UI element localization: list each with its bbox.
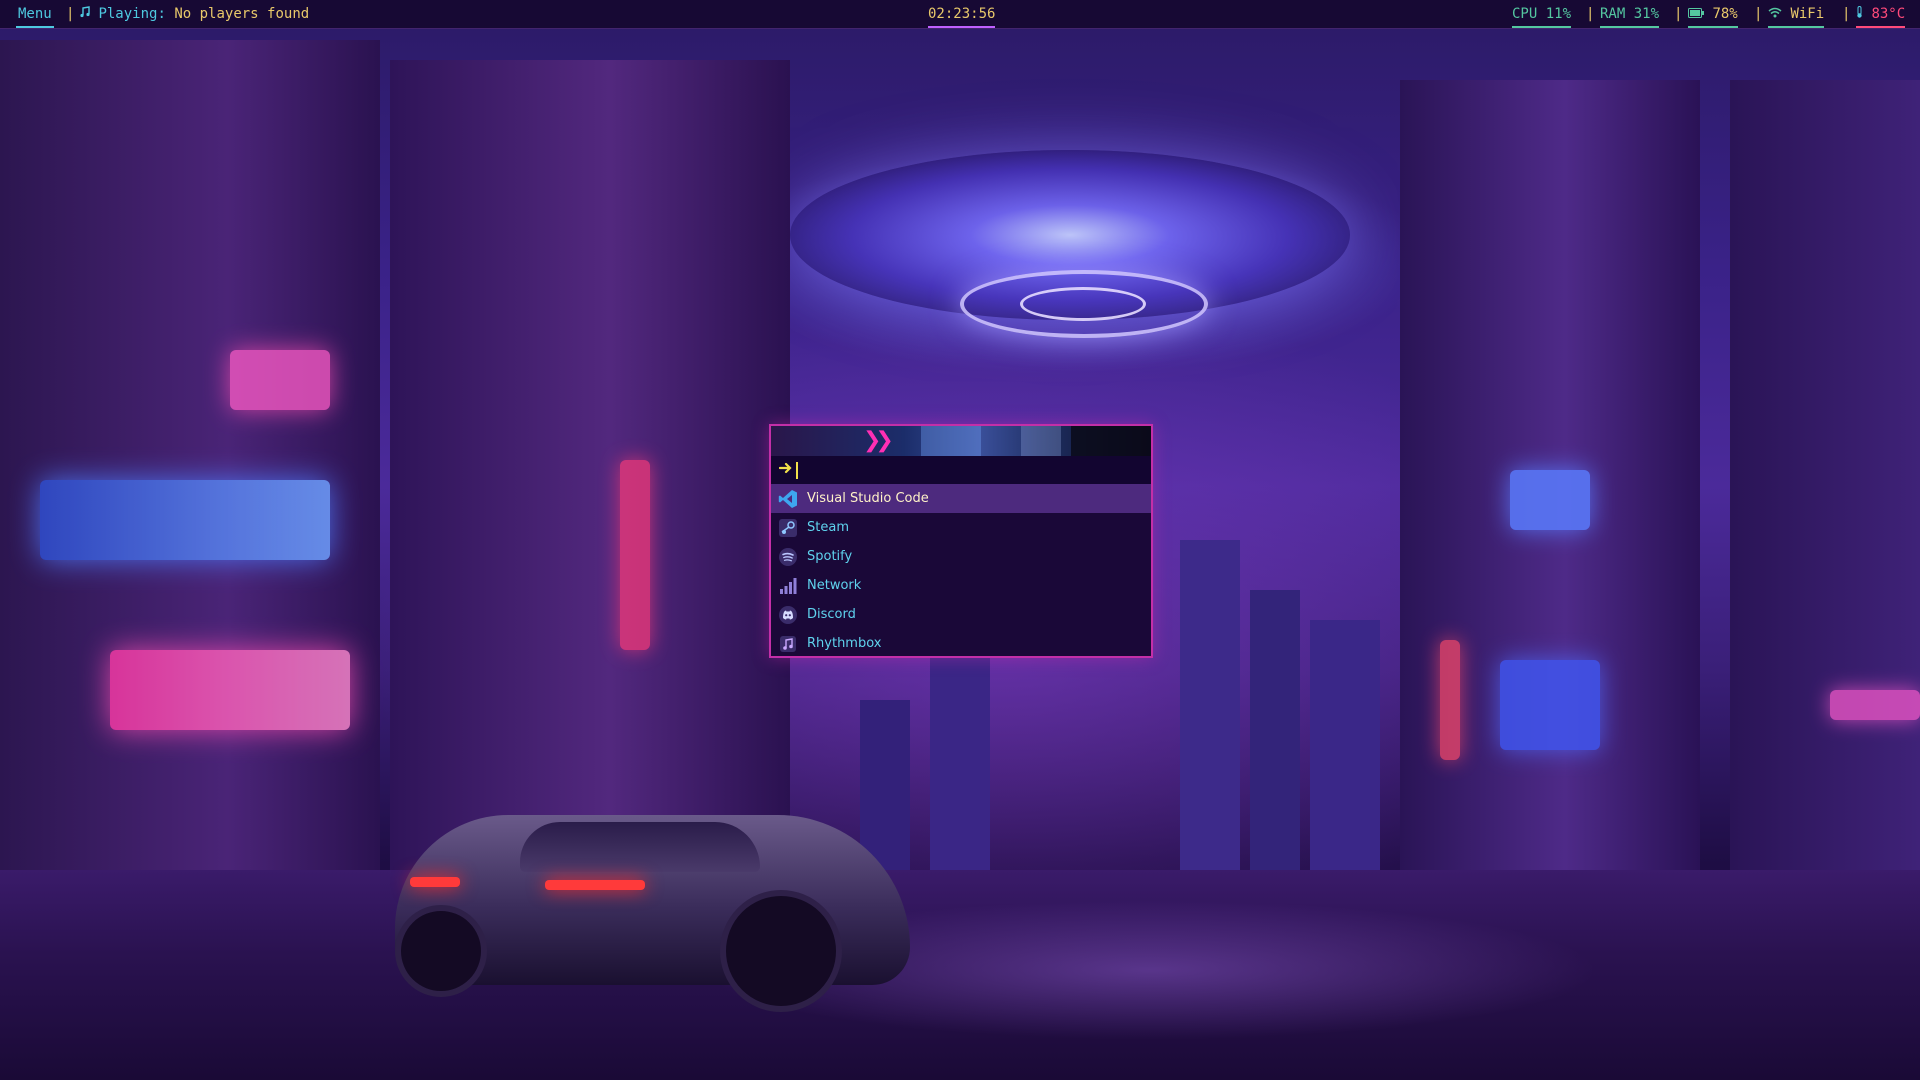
launcher-search-row[interactable] <box>771 456 1151 484</box>
double-chevron-icon: ❯❯ <box>863 428 894 453</box>
vscode-icon <box>777 488 799 510</box>
battery-percent: 78% <box>1712 6 1738 22</box>
launcher-search-input[interactable] <box>801 460 1145 482</box>
launcher-item-label: Spotify <box>807 549 853 564</box>
launcher-item-label: Discord <box>807 607 856 622</box>
app-launcher: ❯❯ Visual Studio Code Steam Spotify Netw… <box>769 424 1153 658</box>
clock[interactable]: 02:23:56 <box>928 0 996 28</box>
launcher-banner: ❯❯ <box>771 426 1151 456</box>
top-status-bar: Menu | Playing: No players found 02:23:5… <box>0 0 1920 29</box>
separator: | <box>66 6 75 22</box>
launcher-item-label: Visual Studio Code <box>807 491 929 506</box>
menu-button[interactable]: Menu <box>16 0 54 28</box>
rhythmbox-icon <box>777 633 799 655</box>
launcher-item-discord[interactable]: Discord <box>771 600 1151 629</box>
ram-usage[interactable]: RAM 31% <box>1600 0 1660 28</box>
spotify-icon <box>777 546 799 568</box>
separator: | <box>1586 6 1595 22</box>
wifi-icon <box>1768 0 1782 28</box>
launcher-item-network[interactable]: Network <box>771 571 1151 600</box>
player-status: No players found <box>174 6 310 22</box>
launcher-results-list: Visual Studio Code Steam Spotify Network… <box>771 484 1151 658</box>
network-signal-icon <box>777 575 799 597</box>
separator: | <box>1754 6 1763 22</box>
wifi-status[interactable]: WiFi <box>1768 0 1825 28</box>
wifi-label: WiFi <box>1790 6 1825 22</box>
launcher-item-label: Network <box>807 578 862 593</box>
separator: | <box>1674 6 1683 22</box>
launcher-item-spotify[interactable]: Spotify <box>771 542 1151 571</box>
music-note-icon <box>80 0 90 28</box>
temperature-value: 83°C <box>1871 6 1906 22</box>
temperature-status[interactable]: 83°C <box>1856 0 1906 28</box>
discord-icon <box>777 604 799 626</box>
cpu-usage[interactable]: CPU 11% <box>1512 0 1572 28</box>
launcher-item-rhythmbox[interactable]: Rhythmbox <box>771 629 1151 658</box>
launcher-item-label: Rhythmbox <box>807 636 882 651</box>
steam-icon <box>777 517 799 539</box>
launcher-item-steam[interactable]: Steam <box>771 513 1151 542</box>
battery-status[interactable]: 78% <box>1688 0 1738 28</box>
thermometer-icon <box>1856 0 1863 28</box>
launcher-item-label: Steam <box>807 520 849 535</box>
battery-icon <box>1688 0 1704 28</box>
separator: | <box>1842 6 1851 22</box>
arrow-right-icon <box>778 460 793 480</box>
media-player-module[interactable]: Playing: No players found <box>80 0 309 26</box>
player-label: Playing: <box>98 6 166 22</box>
text-cursor <box>796 462 798 479</box>
launcher-item-visual-studio-code[interactable]: Visual Studio Code <box>771 484 1151 513</box>
